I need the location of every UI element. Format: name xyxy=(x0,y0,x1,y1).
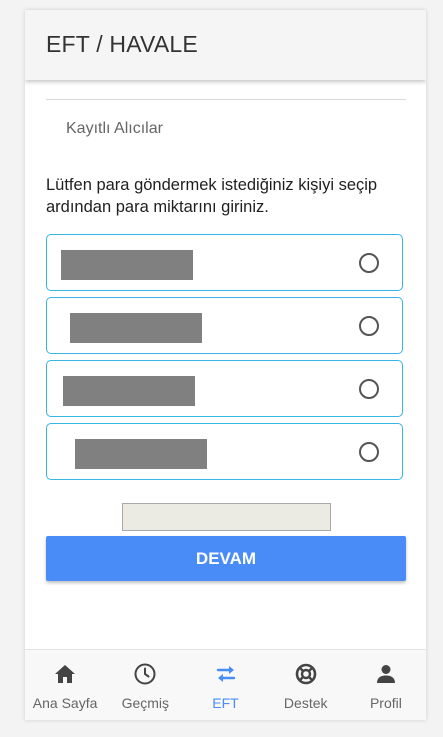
lifebuoy-icon xyxy=(295,663,317,685)
home-icon xyxy=(55,665,76,683)
redacted-name xyxy=(63,376,195,406)
tab-eft[interactable]: EFT xyxy=(185,650,265,720)
redacted-name xyxy=(61,250,193,280)
divider xyxy=(46,99,406,100)
tab-label: Geçmiş xyxy=(121,695,170,711)
tab-history[interactable]: Geçmiş xyxy=(105,650,185,720)
radio-button[interactable] xyxy=(359,442,379,462)
instructions-text: Lütfen para göndermek istediğiniz kişiyi… xyxy=(46,176,378,216)
tab-profile[interactable]: Profil xyxy=(346,650,426,720)
radio-button[interactable] xyxy=(359,316,379,336)
app-screen: EFT / HAVALE Kayıtlı Alıcılar Lütfen par… xyxy=(25,10,426,720)
tab-label: Ana Sayfa xyxy=(32,695,98,711)
bottom-tab-bar: Ana Sayfa Geçmiş EFT Destek Profil xyxy=(25,649,426,720)
tab-label: Destek xyxy=(283,695,328,711)
redacted-name xyxy=(70,313,202,343)
person-icon xyxy=(376,665,395,683)
continue-button[interactable]: DEVAM xyxy=(46,536,406,581)
tab-support[interactable]: Destek xyxy=(266,650,346,720)
page-title: EFT / HAVALE xyxy=(46,31,198,57)
recipient-option[interactable] xyxy=(46,423,403,480)
recipient-option[interactable] xyxy=(46,360,403,417)
transfer-arrows-icon xyxy=(216,666,235,682)
tab-home[interactable]: Ana Sayfa xyxy=(25,650,105,720)
radio-button[interactable] xyxy=(359,379,379,399)
recipient-option[interactable] xyxy=(46,234,403,291)
tab-label: EFT xyxy=(212,695,239,711)
radio-button[interactable] xyxy=(359,253,379,273)
tab-label: Profil xyxy=(369,695,402,711)
section-label: Kayıtlı Alıcılar xyxy=(66,120,163,137)
clock-icon xyxy=(134,663,156,685)
amount-input[interactable] xyxy=(122,503,331,531)
recipient-option[interactable] xyxy=(46,297,403,354)
app-header: EFT / HAVALE xyxy=(25,10,426,80)
redacted-name xyxy=(75,439,207,469)
